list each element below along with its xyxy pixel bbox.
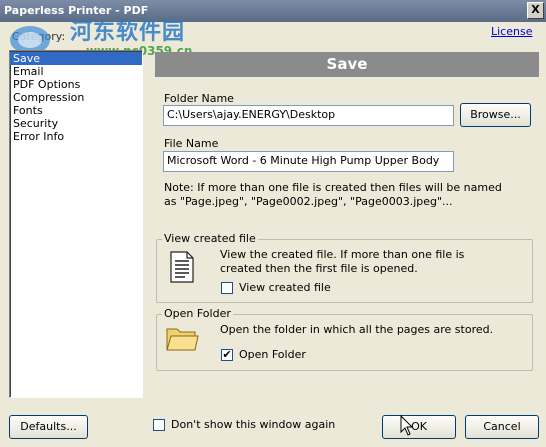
- open-folder-description: Open the folder in which all the pages a…: [220, 323, 494, 336]
- mouse-cursor-icon: [400, 415, 414, 436]
- open-folder-checkbox-label[interactable]: Open Folder: [239, 348, 306, 361]
- view-desc-line-2: created then the first file is opened.: [220, 262, 418, 275]
- category-item-fonts[interactable]: Fonts: [10, 104, 142, 117]
- file-name-input[interactable]: Microsoft Word - 6 Minute High Pump Uppe…: [163, 151, 454, 172]
- category-item-email[interactable]: Email: [10, 65, 142, 78]
- title-bar: Paperless Printer - PDF X: [0, 0, 546, 22]
- document-icon: [170, 251, 194, 283]
- open-folder-checkbox[interactable]: ✔: [221, 349, 233, 361]
- dont-show-checkbox-label[interactable]: Don't show this window again: [171, 418, 335, 431]
- open-folder-group-title: Open Folder: [162, 307, 233, 320]
- view-created-file-group-title: View created file: [162, 232, 258, 245]
- folder-name-label: Folder Name: [164, 92, 234, 105]
- window-title: Paperless Printer - PDF: [4, 4, 149, 17]
- panel-header: Save: [155, 52, 539, 77]
- note-line-2: as "Page.jpeg", "Page0002.jpeg", "Page00…: [164, 195, 453, 208]
- file-name-label: File Name: [164, 137, 219, 150]
- note-text: Note: If more than one file is created t…: [164, 181, 534, 209]
- close-icon: X: [531, 3, 540, 16]
- folder-name-input[interactable]: C:\Users\ajay.ENERGY\Desktop: [163, 105, 454, 126]
- view-created-file-checkbox[interactable]: [221, 282, 233, 294]
- checkmark-icon: ✔: [222, 348, 232, 361]
- folder-icon: [166, 328, 199, 351]
- license-link[interactable]: License: [491, 25, 532, 38]
- note-line-1: Note: If more than one file is created t…: [164, 181, 502, 194]
- dont-show-checkbox[interactable]: [153, 419, 165, 431]
- view-created-file-description: View the created file. If more than one …: [220, 248, 464, 276]
- browse-button[interactable]: Browse...: [460, 103, 531, 127]
- category-item-error-info[interactable]: Error Info: [10, 130, 142, 143]
- category-item-security[interactable]: Security: [10, 117, 142, 130]
- view-created-file-checkbox-label[interactable]: View created file: [239, 281, 331, 294]
- category-item-pdf-options[interactable]: PDF Options: [10, 78, 142, 91]
- view-desc-line-1: View the created file. If more than one …: [220, 248, 465, 261]
- category-list[interactable]: Save Email PDF Options Compression Fonts…: [9, 50, 143, 398]
- cancel-button[interactable]: Cancel: [465, 415, 539, 439]
- ok-button[interactable]: OK: [382, 415, 456, 439]
- category-label: Category:: [12, 30, 66, 43]
- category-item-save[interactable]: Save: [10, 52, 142, 65]
- category-item-compression[interactable]: Compression: [10, 91, 142, 104]
- defaults-button[interactable]: Defaults...: [9, 415, 88, 439]
- close-button[interactable]: X: [527, 2, 544, 19]
